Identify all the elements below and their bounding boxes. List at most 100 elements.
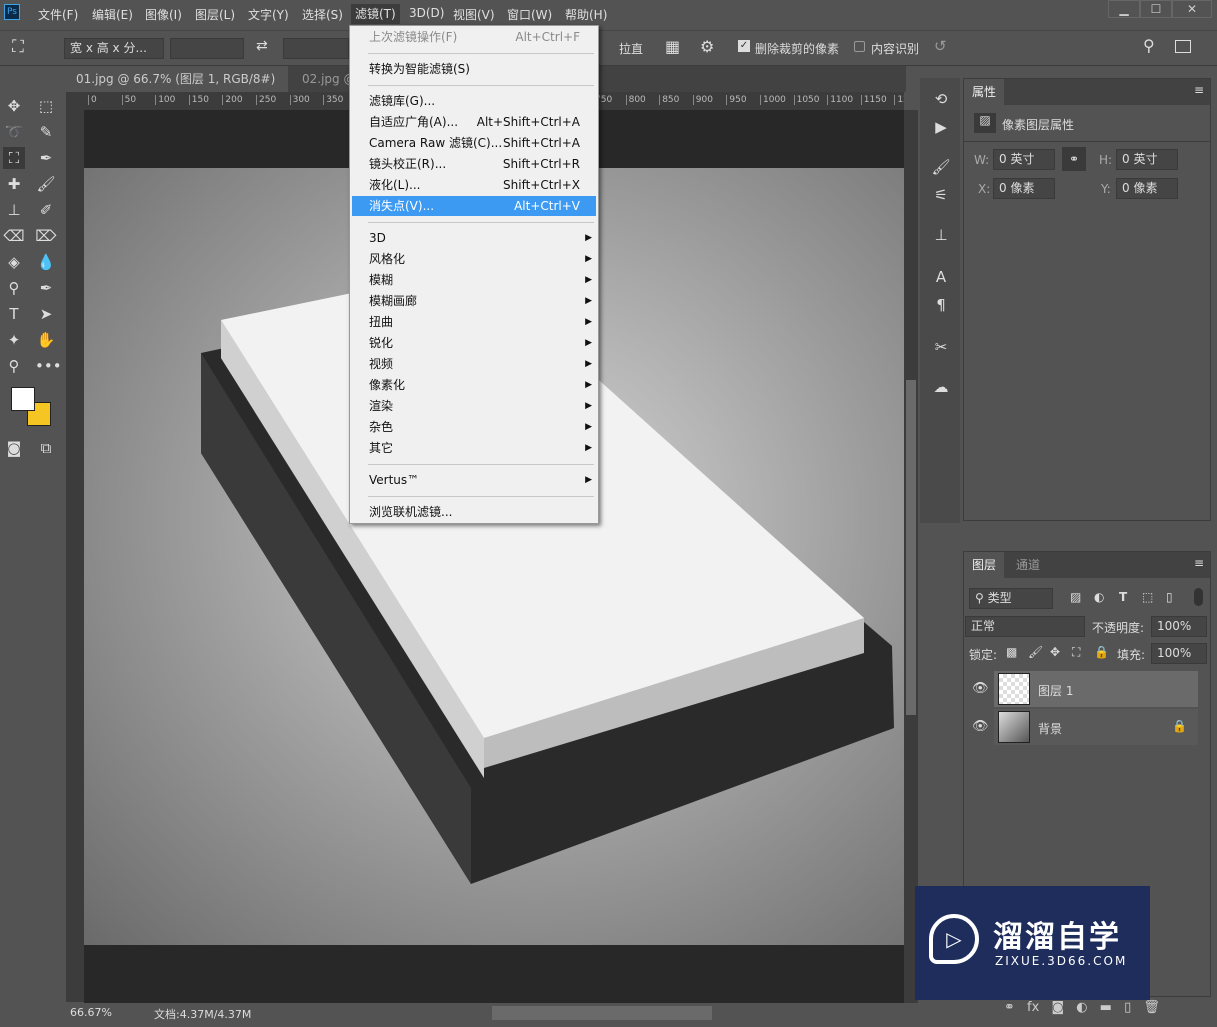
opacity-field[interactable]: 100% (1151, 616, 1207, 637)
delete-layer-icon[interactable]: 🗑 (1131, 1000, 1160, 1015)
quick-mask-icon[interactable]: ◙ (3, 437, 25, 459)
menu-item[interactable]: 渲染 ▶ (352, 396, 596, 416)
dodge-icon[interactable]: ⚲ (3, 277, 25, 299)
blend-mode-select[interactable]: 正常 (965, 616, 1085, 637)
menu-3d[interactable]: 3D(D) (409, 6, 444, 20)
menu-item[interactable]: 消失点(V)... Alt+Ctrl+V (352, 196, 596, 216)
lock-all-icon[interactable]: 🔒 (1094, 645, 1109, 659)
menu-item[interactable]: 风格化 ▶ (352, 249, 596, 269)
new-layer-icon[interactable]: ▯ (1112, 1000, 1131, 1015)
link-layers-icon[interactable]: ⚭ (1004, 1000, 1015, 1015)
reset-icon[interactable]: ↺ (934, 37, 947, 55)
menu-item[interactable]: 自适应广角(A)... Alt+Shift+Ctrl+A (352, 112, 596, 132)
paint-bucket-icon[interactable]: ◈ (3, 251, 25, 273)
menu-item[interactable]: 转换为智能滤镜(S) (352, 59, 596, 79)
adjustment-layer-icon[interactable]: ◐ (1064, 1000, 1087, 1015)
layer-row-layer1[interactable]: 👁 图层 1 (972, 671, 1198, 707)
menu-item[interactable]: 锐化 ▶ (352, 333, 596, 353)
filter-toggle[interactable] (1194, 588, 1203, 606)
close-button[interactable]: ✕ (1172, 0, 1212, 18)
fx-icon[interactable]: fx (1015, 1000, 1039, 1015)
filter-shape-icon[interactable]: ⬚ (1142, 590, 1153, 604)
menu-filter[interactable]: 滤镜(T) (351, 4, 400, 24)
character-icon[interactable]: A (930, 268, 952, 290)
lasso-tool-icon[interactable]: ➰ (3, 121, 25, 143)
layer-row-background[interactable]: 👁 背景 🔒 (972, 709, 1198, 745)
path-select-icon[interactable]: ➤ (35, 303, 57, 325)
filter-adjustment-icon[interactable]: ◐ (1094, 590, 1104, 604)
menu-item[interactable]: 视频 ▶ (352, 354, 596, 374)
filter-type-icon[interactable]: T (1119, 590, 1127, 604)
foreground-color-swatch[interactable] (11, 387, 35, 411)
hand-icon[interactable]: ✋ (35, 329, 57, 351)
straighten-button[interactable]: 拉直 (619, 40, 643, 57)
paragraph-icon[interactable]: ¶ (930, 296, 952, 318)
add-mask-icon[interactable]: ◙ (1039, 1000, 1064, 1015)
gear-icon[interactable]: ⚙ (700, 37, 714, 56)
marquee-tool-icon[interactable]: ⬚ (35, 95, 57, 117)
menu-view[interactable]: 视图(V) (453, 6, 495, 23)
height-field[interactable]: 0 英寸 (1116, 149, 1178, 170)
menu-item[interactable]: 杂色 ▶ (352, 417, 596, 437)
lock-transparent-icon[interactable]: ▩ (1006, 645, 1017, 659)
menu-edit[interactable]: 编辑(E) (92, 6, 133, 23)
menu-image[interactable]: 图像(I) (145, 6, 182, 23)
zoom-icon[interactable]: ⚲ (3, 355, 25, 377)
menu-item[interactable]: Vertus™ ▶ (352, 470, 596, 490)
crop-tool-icon[interactable]: ⛶ (12, 37, 24, 57)
custom-shape-icon[interactable]: ✦ (3, 329, 25, 351)
menu-select[interactable]: 选择(S) (302, 6, 343, 23)
eraser-icon[interactable]: ⌫ (3, 225, 25, 247)
menu-item[interactable]: 其它 ▶ (352, 438, 596, 458)
lock-artboard-icon[interactable]: ⛶ (1072, 645, 1080, 660)
menu-item[interactable]: 浏览联机滤镜... (352, 502, 596, 522)
workspace-icon[interactable] (1175, 40, 1191, 53)
tab-channels[interactable]: 通道 (1008, 552, 1048, 578)
clone-source-icon[interactable]: ⊥ (930, 226, 952, 248)
maximize-button[interactable]: ☐ (1140, 0, 1172, 18)
brush-icon[interactable]: 🖌 (35, 173, 57, 195)
tab-01-jpg[interactable]: 01.jpg @ 66.7% (图层 1, RGB/8#) * × (66, 66, 288, 112)
actions-play-icon[interactable]: ▶ (930, 118, 952, 140)
menu-item[interactable]: 扭曲 ▶ (352, 312, 596, 332)
filter-smart-icon[interactable]: ▯ (1166, 590, 1173, 604)
eyedropper-icon[interactable]: ✒ (35, 147, 57, 169)
menu-help[interactable]: 帮助(H) (565, 6, 607, 23)
menu-item[interactable]: 模糊画廊 ▶ (352, 291, 596, 311)
horizontal-scroll-thumb[interactable] (492, 1006, 712, 1020)
lock-position-icon[interactable]: ✥ (1050, 645, 1060, 659)
history-brush-icon[interactable]: ✐ (35, 199, 57, 221)
menu-item[interactable]: 滤镜库(G)... (352, 91, 596, 111)
menu-layer[interactable]: 图层(L) (195, 6, 235, 23)
type-tool-icon[interactable]: T (3, 303, 25, 325)
tab-layers[interactable]: 图层 (964, 552, 1005, 578)
fill-field[interactable]: 100% (1151, 643, 1207, 664)
height-input[interactable] (283, 38, 349, 59)
y-field[interactable]: 0 像素 (1116, 178, 1178, 199)
menu-file[interactable]: 文件(F) (38, 6, 78, 23)
width-input[interactable] (170, 38, 244, 59)
swap-icon[interactable]: ⇄ (256, 38, 268, 54)
screen-mode-icon[interactable]: ⧉ (35, 437, 57, 459)
menu-window[interactable]: 窗口(W) (507, 6, 552, 23)
more-tools-icon[interactable]: ••• (35, 355, 62, 377)
menu-item[interactable]: Camera Raw 滤镜(C)... Shift+Ctrl+A (352, 133, 596, 153)
move-tool-icon[interactable]: ✥ (3, 95, 25, 117)
layer-filter-select[interactable]: ⚲ 类型 (969, 588, 1053, 609)
link-icon[interactable]: ⚭ (1062, 147, 1086, 171)
delete-cropped-checkbox[interactable]: ✓ (738, 40, 750, 52)
search-icon[interactable]: ⚲ (1143, 36, 1155, 55)
menu-item[interactable]: 像素化 ▶ (352, 375, 596, 395)
filter-pixel-icon[interactable]: ▨ (1070, 590, 1081, 604)
menu-item[interactable]: 液化(L)... Shift+Ctrl+X (352, 175, 596, 195)
stamp-icon[interactable]: ⊥ (3, 199, 25, 221)
crop-tool-icon[interactable]: ⛶ (3, 147, 25, 169)
visibility-eye-icon[interactable]: 👁 (972, 719, 989, 734)
x-field[interactable]: 0 像素 (993, 178, 1055, 199)
visibility-eye-icon[interactable]: 👁 (972, 681, 989, 696)
grid-overlay-icon[interactable]: ▦ (665, 37, 680, 56)
bg-eraser-icon[interactable]: ⌦ (35, 225, 57, 247)
panel-menu-icon[interactable]: ≡ (1194, 83, 1204, 97)
menu-item[interactable]: 镜头校正(R)... Shift+Ctrl+R (352, 154, 596, 174)
ratio-select[interactable]: 宽 x 高 x 分... (64, 38, 164, 59)
